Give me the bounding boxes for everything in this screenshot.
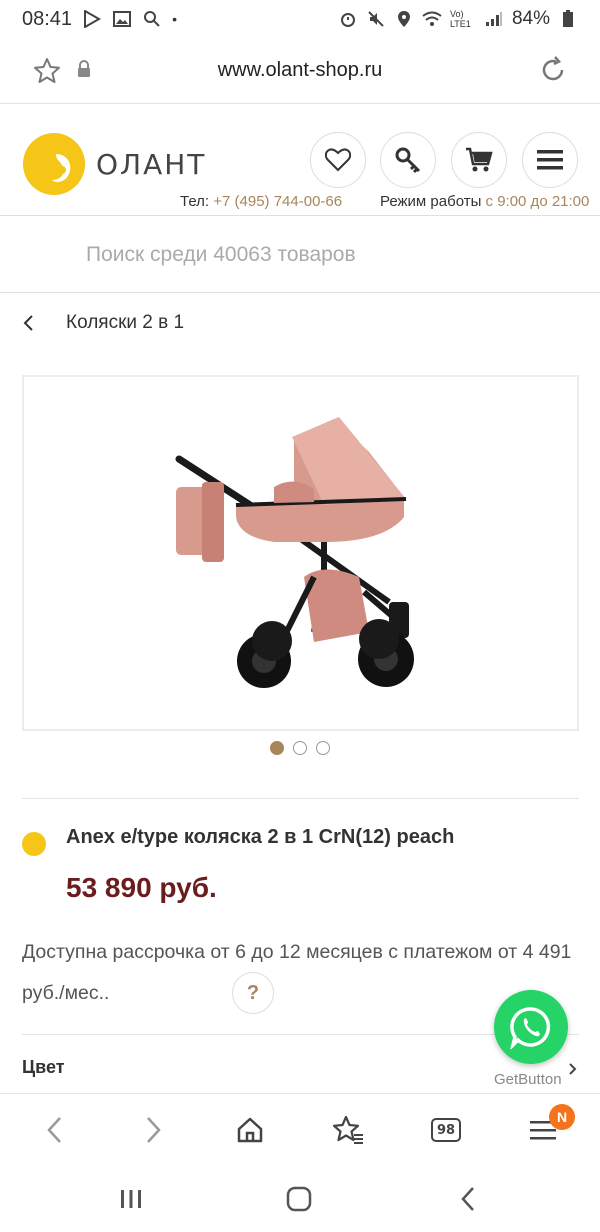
product-image[interactable] xyxy=(22,375,579,731)
battery-percent: 84% xyxy=(511,8,550,29)
favorites-button[interactable] xyxy=(310,132,366,188)
logo-mark-icon xyxy=(23,133,85,195)
recent-apps-icon xyxy=(121,1190,141,1208)
breadcrumb[interactable]: Коляски 2 в 1 xyxy=(22,312,184,334)
status-time: 08:41 xyxy=(22,7,73,30)
back-system-button[interactable] xyxy=(450,1183,486,1215)
arrow-right-icon xyxy=(147,1117,161,1143)
gallery-dot-1[interactable] xyxy=(270,741,284,755)
search-bar xyxy=(0,216,600,293)
installment-text: Доступна рассрочка от 6 до 12 месяцев с … xyxy=(22,941,572,1004)
url-bar: www.olant-shop.ru xyxy=(0,38,600,104)
login-button[interactable] xyxy=(380,132,436,188)
question-icon: ? xyxy=(246,981,260,1004)
wifi-icon xyxy=(422,9,442,29)
star-list-icon xyxy=(332,1115,363,1144)
home-circle-icon xyxy=(286,1186,312,1212)
notification-dot-icon: • xyxy=(172,11,177,27)
chevron-left-icon xyxy=(461,1187,474,1211)
site-logo[interactable]: ОЛАНТ xyxy=(22,132,206,196)
gallery-dot-2[interactable] xyxy=(293,741,307,755)
header-hours: Режим работы с 9:00 до 21:00 xyxy=(380,193,589,210)
tabs-button[interactable]: 98 xyxy=(428,1112,464,1148)
logo-text: ОЛАНТ xyxy=(96,147,207,181)
browser-toolbar: 98 N xyxy=(0,1093,600,1165)
search-status-icon xyxy=(142,9,162,29)
gallery-dot-3[interactable] xyxy=(316,741,330,755)
product-price: 53 890 руб. xyxy=(66,872,217,903)
home-icon xyxy=(237,1117,263,1143)
browser-menu-button[interactable]: N xyxy=(525,1104,575,1148)
chevron-right-icon[interactable] xyxy=(568,1062,578,1081)
chevron-left-icon[interactable] xyxy=(22,314,40,332)
menu-button[interactable] xyxy=(522,132,578,188)
url-text[interactable]: www.olant-shop.ru xyxy=(0,59,600,82)
network-label: Vo) LTE1 xyxy=(449,9,471,29)
hours-label: Режим работы xyxy=(380,193,482,210)
heart-icon xyxy=(325,148,351,172)
installment-help-button[interactable]: ? xyxy=(232,972,274,1014)
battery-icon xyxy=(558,9,578,29)
getbutton-label[interactable]: GetButton xyxy=(494,1071,562,1088)
stroller-illustration xyxy=(175,417,414,688)
forward-button[interactable] xyxy=(136,1112,172,1148)
search-input[interactable] xyxy=(86,238,566,272)
play-store-icon xyxy=(82,9,102,29)
phone-number[interactable]: +7 (495) 744-00-66 xyxy=(213,193,342,210)
home-button[interactable] xyxy=(232,1112,268,1148)
whatsapp-button[interactable] xyxy=(494,990,568,1064)
site-header: ОЛАНТ Тел: +7 (495) 744-00-66 Режим рабо… xyxy=(0,104,600,216)
reload-icon[interactable] xyxy=(538,55,568,90)
color-section-label[interactable]: Цвет xyxy=(22,1057,65,1078)
phone-label: Тел: xyxy=(180,193,210,210)
hamburger-icon xyxy=(537,150,563,170)
status-bar: 08:41 • Vo) LTE1 84% xyxy=(0,0,600,38)
header-phone[interactable]: Тел: +7 (495) 744-00-66 xyxy=(180,193,342,210)
cart-button[interactable] xyxy=(451,132,507,188)
signal-icon xyxy=(484,9,504,29)
mute-icon xyxy=(366,9,386,29)
location-icon xyxy=(394,9,414,29)
alarm-icon xyxy=(338,9,358,29)
divider xyxy=(22,798,579,799)
availability-indicator xyxy=(22,832,46,856)
cart-icon xyxy=(466,147,493,172)
back-button[interactable] xyxy=(36,1112,72,1148)
product-title: Anex e/type коляска 2 в 1 CrN(12) peach xyxy=(66,826,455,848)
recent-apps-button[interactable] xyxy=(113,1183,149,1215)
key-icon xyxy=(395,147,421,174)
gallery-icon xyxy=(112,9,132,29)
notification-badge: N xyxy=(549,1104,575,1130)
tabs-count: 98 xyxy=(431,1118,461,1142)
arrow-left-icon xyxy=(47,1117,61,1143)
system-navigation-bar xyxy=(0,1165,600,1232)
whatsapp-icon xyxy=(510,1007,551,1049)
home-system-button[interactable] xyxy=(281,1183,317,1215)
breadcrumb-label[interactable]: Коляски 2 в 1 xyxy=(66,312,184,334)
hours-value: с 9:00 до 21:00 xyxy=(485,193,590,210)
bookmarks-button[interactable] xyxy=(330,1112,366,1148)
gallery-dots xyxy=(0,741,600,755)
